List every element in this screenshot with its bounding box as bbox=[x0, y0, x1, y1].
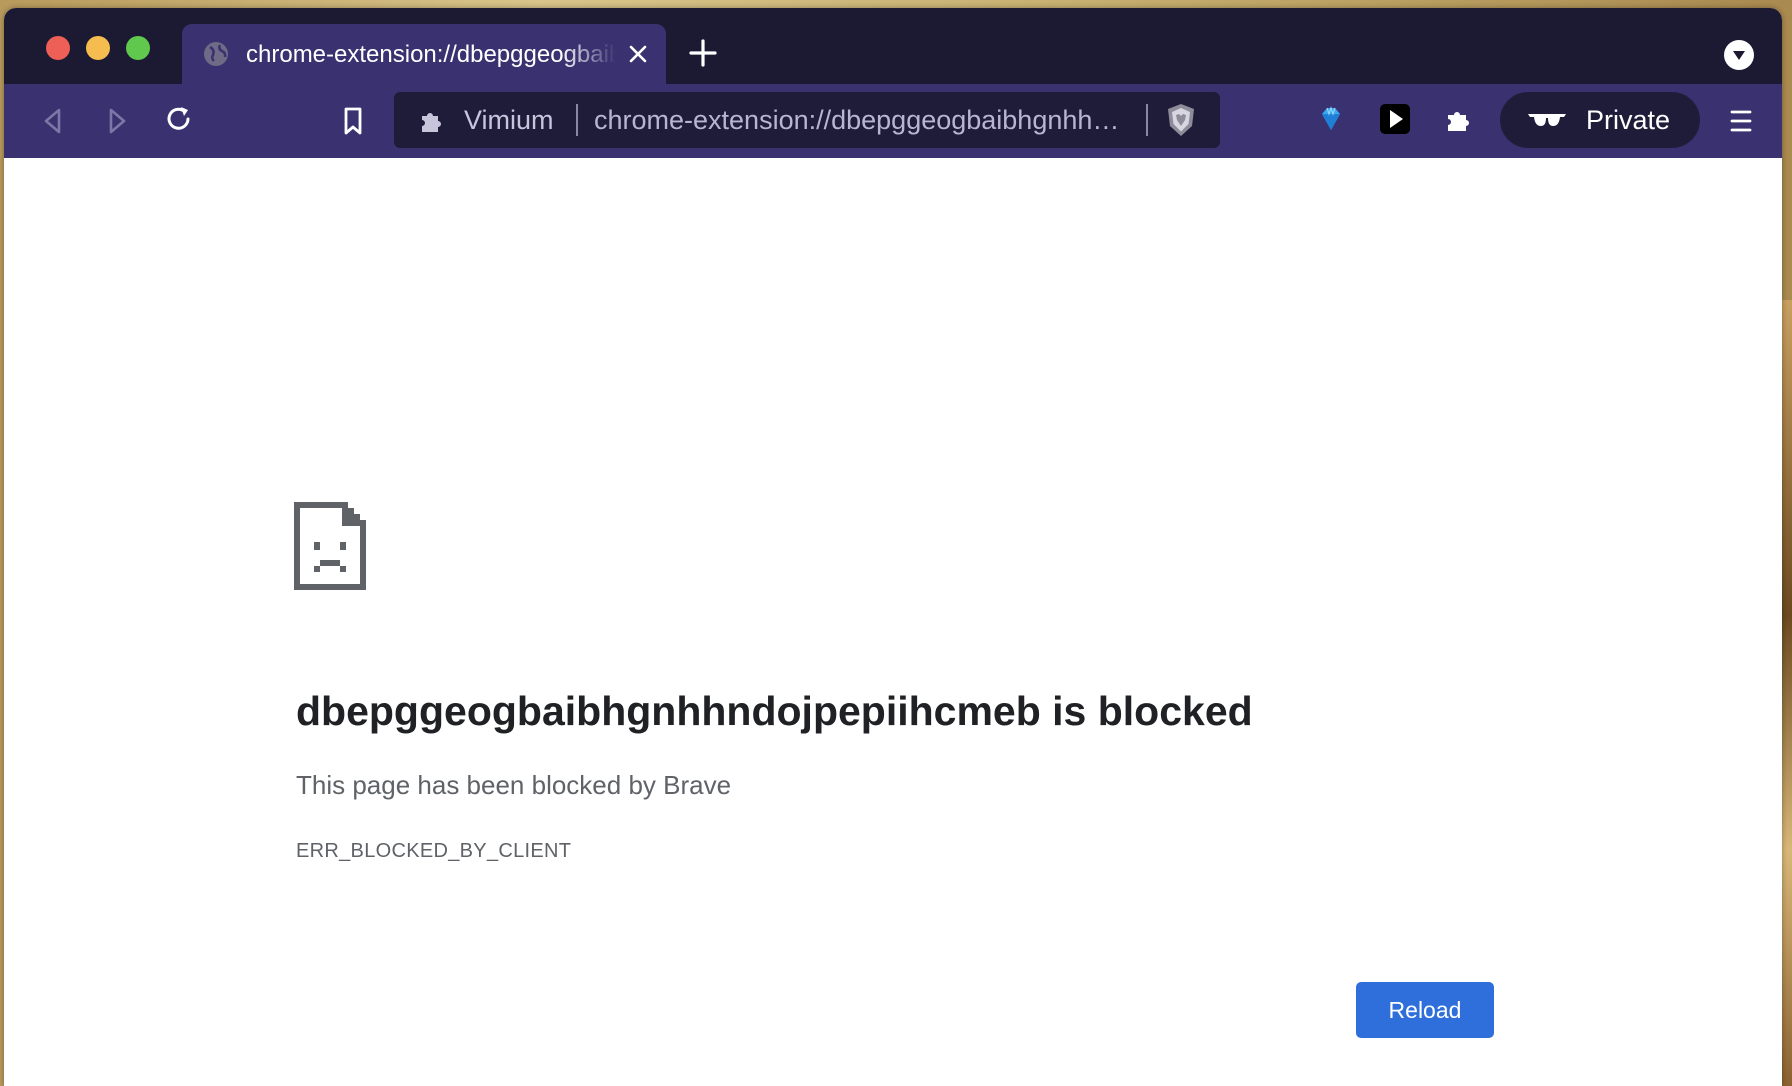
hamburger-menu-icon[interactable] bbox=[1726, 106, 1756, 136]
plus-icon[interactable] bbox=[688, 38, 718, 68]
tab-active[interactable]: chrome-extension://dbepggeogbaibhgnhhndo… bbox=[182, 24, 666, 84]
gem-icon[interactable] bbox=[1316, 104, 1346, 134]
bookmark-icon[interactable] bbox=[338, 106, 368, 136]
sunglasses-icon bbox=[1528, 114, 1566, 126]
private-label: Private bbox=[1586, 105, 1671, 135]
back-arrow-icon[interactable] bbox=[38, 106, 68, 136]
chevron-down-icon bbox=[1733, 51, 1745, 60]
reload-button[interactable]: Reload bbox=[1356, 982, 1494, 1038]
tab-list-button[interactable] bbox=[1724, 40, 1754, 70]
forward-arrow-icon[interactable] bbox=[102, 106, 132, 136]
window-minimize-button[interactable] bbox=[86, 36, 110, 60]
brave-shield-icon[interactable] bbox=[1164, 102, 1198, 138]
desktop-wallpaper-edge bbox=[1782, 300, 1792, 1086]
play-icon bbox=[1390, 110, 1403, 128]
play-extension-button[interactable] bbox=[1380, 104, 1410, 134]
browser-window: chrome-extension://dbepggeogbaibhgnhhndo… bbox=[4, 8, 1782, 1086]
puzzle-icon bbox=[422, 113, 441, 132]
error-subtext: This page has been blocked by Brave bbox=[296, 770, 732, 800]
globe-icon bbox=[204, 42, 228, 66]
tab-strip: chrome-extension://dbepggeogbaibhgnhhndo… bbox=[4, 8, 1782, 84]
address-divider bbox=[1146, 104, 1148, 136]
address-url[interactable]: chrome-extension://dbepggeogbaibhgnhhndo… bbox=[594, 104, 1124, 136]
sad-document-icon bbox=[294, 502, 366, 590]
puzzle-icon[interactable] bbox=[1444, 104, 1474, 134]
reload-icon[interactable] bbox=[164, 104, 194, 134]
error-code: ERR_BLOCKED_BY_CLIENT bbox=[296, 840, 572, 862]
address-divider bbox=[576, 104, 578, 136]
extension-name: Vimium bbox=[464, 105, 554, 135]
window-zoom-button[interactable] bbox=[126, 36, 150, 60]
error-page: dbepggeogbaibhgnhhndojpepiihcmeb is bloc… bbox=[4, 158, 1782, 1086]
private-window-indicator[interactable]: Private bbox=[1500, 92, 1700, 148]
window-close-button[interactable] bbox=[46, 36, 70, 60]
error-heading: dbepggeogbaibhgnhhndojpepiihcmeb is bloc… bbox=[296, 688, 1253, 734]
tab-title: chrome-extension://dbepggeogbaibhgnhhndo… bbox=[246, 41, 616, 68]
navigation-toolbar: Vimium chrome-extension://dbepggeogbaibh… bbox=[4, 84, 1782, 158]
close-icon[interactable] bbox=[626, 42, 650, 66]
address-bar[interactable]: Vimium chrome-extension://dbepggeogbaibh… bbox=[394, 92, 1220, 148]
